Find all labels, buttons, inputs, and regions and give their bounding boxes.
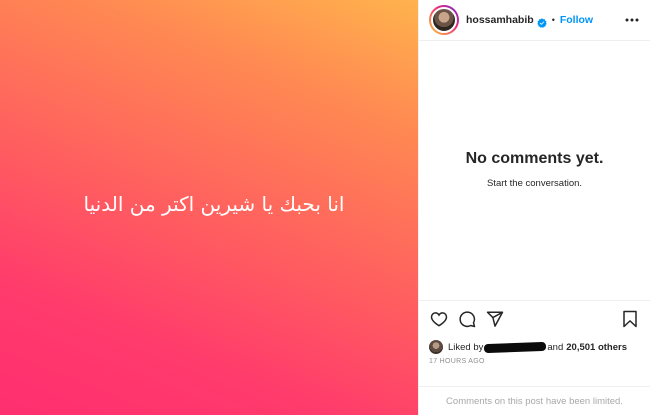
post-sidebar: hossamhabib • Follow No comments yet. St…: [418, 0, 650, 415]
share-icon[interactable]: [485, 309, 505, 329]
comment-icon[interactable]: [457, 309, 477, 329]
post-media: انا بحبك يا شيرين اكتر من الدنيا: [0, 0, 418, 415]
likes-and-label: and: [547, 341, 564, 353]
redacted-username: [484, 341, 547, 353]
comments-empty-state: No comments yet. Start the conversation.: [419, 150, 650, 189]
separator-dot: •: [551, 15, 555, 25]
bookmark-icon[interactable]: [620, 309, 640, 329]
profile-avatar[interactable]: [429, 5, 459, 35]
liked-by-label: Liked by: [448, 341, 484, 353]
avatar-image: [431, 7, 457, 33]
post-header: hossamhabib • Follow: [419, 0, 650, 41]
likes-summary: Liked by and 20,501 others: [429, 340, 627, 354]
post-image-text: انا بحبك يا شيرين اكتر من الدنيا: [83, 191, 345, 216]
likes-count-link[interactable]: 20,501 others: [566, 342, 627, 353]
comments-limited-notice: Comments on this post have been limited.: [419, 386, 650, 415]
start-conversation-text: Start the conversation.: [486, 178, 583, 189]
action-bar: [419, 300, 650, 336]
no-comments-title: No comments yet.: [465, 150, 604, 167]
heart-icon[interactable]: [429, 309, 449, 329]
liker-avatar[interactable]: [429, 340, 443, 354]
follow-button[interactable]: Follow: [560, 14, 593, 26]
more-options-icon[interactable]: [624, 12, 640, 28]
verified-badge-icon: [536, 15, 547, 28]
post-timestamp[interactable]: 17 HOURS AGO: [429, 358, 485, 365]
username-link[interactable]: hossamhabib: [466, 14, 534, 26]
